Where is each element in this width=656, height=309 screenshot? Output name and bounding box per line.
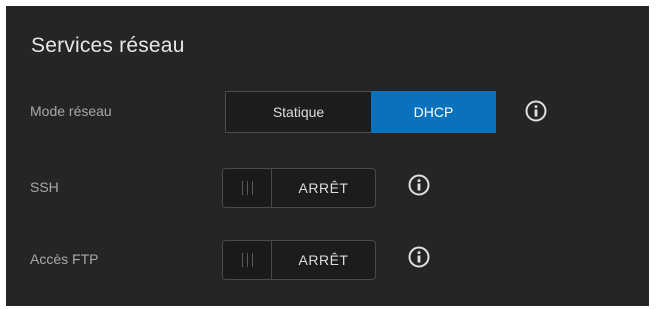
network-mode-segmented-control: Statique DHCP	[225, 91, 496, 133]
ftp-label: Accès FTP	[30, 251, 99, 267]
ssh-info-icon[interactable]	[407, 173, 431, 197]
ssh-toggle[interactable]: ARRÊT	[222, 168, 376, 208]
section-title: Services réseau	[31, 34, 185, 57]
network-mode-label: Mode réseau	[30, 103, 112, 119]
network-mode-static-button[interactable]: Statique	[225, 91, 371, 133]
ssh-toggle-handle[interactable]	[223, 169, 272, 207]
ftp-toggle-state: ARRÊT	[298, 252, 349, 268]
grip-icon	[241, 253, 253, 267]
ftp-toggle[interactable]: ARRÊT	[222, 240, 376, 280]
ssh-toggle-state: ARRÊT	[298, 180, 349, 196]
network-mode-info-icon[interactable]	[524, 99, 548, 123]
grip-icon	[241, 181, 253, 195]
network-services-panel: Services réseau Mode réseau Statique DHC…	[6, 6, 649, 306]
ftp-toggle-handle[interactable]	[223, 241, 272, 279]
ssh-label: SSH	[30, 179, 59, 195]
ftp-info-icon[interactable]	[407, 245, 431, 269]
network-mode-dhcp-button[interactable]: DHCP	[371, 91, 496, 133]
